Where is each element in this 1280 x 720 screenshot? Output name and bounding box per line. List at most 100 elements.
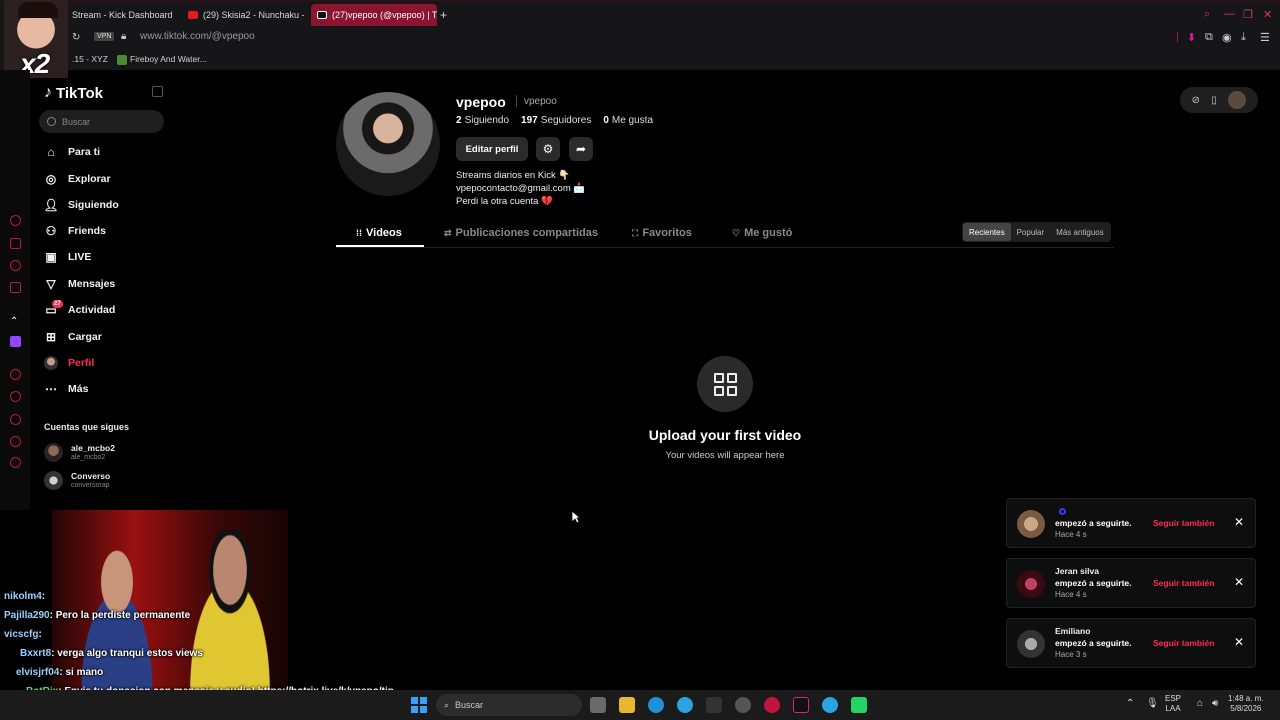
chrome-icon[interactable]: [735, 697, 751, 713]
friends-icon: ⚇: [45, 224, 57, 238]
url-text[interactable]: www.tiktok.com/@vpepoo: [140, 31, 255, 42]
stat-following[interactable]: 2 Siguiendo: [456, 115, 509, 126]
download-ext-icon[interactable]: ⬇: [1187, 31, 1196, 44]
close-icon[interactable]: ✕: [1234, 515, 1244, 529]
close-icon[interactable]: ✕: [1234, 635, 1244, 649]
rail-settings-icon[interactable]: [10, 457, 21, 468]
followed-account-converso[interactable]: Converso conversorap: [44, 471, 110, 490]
tab-label: Publicaciones compartidas: [455, 227, 598, 239]
bookmark-xyz[interactable]: .15 - XYZ: [72, 54, 108, 64]
compass-icon[interactable]: ⊘: [1192, 95, 1200, 106]
sidebar-item-label: Actividad: [68, 304, 116, 316]
profile-avatar[interactable]: [336, 92, 440, 196]
sidebar-item-perfil[interactable]: Perfil: [44, 353, 94, 373]
profile-ext-icon[interactable]: ◉: [1222, 31, 1232, 44]
close-window-icon[interactable]: ✕: [1263, 8, 1272, 21]
sidebar-item-live[interactable]: ▣ LIVE: [44, 247, 91, 267]
rail-chat-icon[interactable]: [10, 260, 21, 271]
task-view-icon[interactable]: [590, 697, 606, 713]
sidebar-item-para-ti[interactable]: ⌂ Para ti: [44, 142, 100, 162]
windows-start-icon[interactable]: [411, 697, 427, 713]
clock[interactable]: 1:48 a. m. 5/8/2026: [1228, 694, 1264, 714]
taskbar-search[interactable]: ⌕ Buscar: [436, 694, 582, 716]
sort-recientes[interactable]: Recientes: [963, 223, 1011, 241]
rail-history-icon[interactable]: [10, 215, 21, 226]
rail-clock-icon[interactable]: [10, 391, 21, 402]
rail-play-icon[interactable]: [10, 369, 21, 380]
sidebar-item-friends[interactable]: ⚇ Friends: [44, 221, 106, 241]
following-icon: 👤︎: [43, 198, 59, 212]
rail-twitch-icon[interactable]: [10, 336, 21, 347]
bio-line: Perdi la otra cuenta 💔: [456, 196, 553, 207]
search-input[interactable]: [62, 116, 152, 127]
rail-bubble-icon[interactable]: [10, 436, 21, 447]
tray-expand-icon[interactable]: ⌃: [1126, 699, 1134, 709]
settings-gear-icon[interactable]: ⚙︎: [536, 137, 560, 161]
sidebar-item-actividad[interactable]: ▭ 27 Actividad: [44, 300, 115, 320]
tab-videos[interactable]: ⁞⁞ Videos: [356, 227, 402, 239]
notification-text: empezó a seguirte.: [1055, 578, 1132, 588]
edit-profile-button[interactable]: Editar perfil: [456, 137, 528, 161]
activity-icon: ▭ 27: [45, 300, 63, 317]
tab-favoritos[interactable]: ⛶ Favoritos: [632, 227, 692, 239]
share-icon[interactable]: ➦: [569, 137, 593, 161]
device-icon[interactable]: ▯: [1211, 95, 1217, 106]
sidebar-item-cargar[interactable]: ⊞ Cargar: [44, 327, 102, 347]
rail-cube-icon[interactable]: [10, 414, 21, 425]
tiktok-logo[interactable]: ♪ TikTok: [44, 84, 103, 102]
sort-mas-antiguos[interactable]: Más antiguos: [1050, 223, 1110, 241]
sort-popular[interactable]: Popular: [1011, 223, 1051, 241]
follow-back-button[interactable]: Seguir también: [1153, 518, 1214, 528]
collapse-sidebar-icon[interactable]: [152, 86, 163, 97]
reload-icon[interactable]: ↻: [72, 32, 80, 43]
telegram-icon[interactable]: [677, 697, 693, 713]
network-icon[interactable]: ⌂: [1197, 699, 1203, 709]
opera-gx-icon[interactable]: [764, 697, 780, 713]
whatsapp-icon[interactable]: [851, 697, 867, 713]
vpn-badge[interactable]: VPN: [94, 32, 115, 41]
menu-icon[interactable]: ☰: [1260, 31, 1270, 44]
logo-text: TikTok: [56, 84, 103, 102]
maximize-icon[interactable]: ❐: [1243, 8, 1253, 21]
microphone-icon[interactable]: 🎙︎: [1146, 699, 1159, 709]
minimize-icon[interactable]: —: [1224, 8, 1235, 20]
rail-arrow-icon[interactable]: ⌃: [10, 314, 21, 327]
sidebar-item-mas[interactable]: ⋯ Más: [44, 379, 88, 399]
tab-me-gusto[interactable]: ♡ Me gustó: [732, 227, 792, 239]
chat-user: elvisjrf04: [16, 667, 60, 678]
browser-tab-kick[interactable]: Stream - Kick Dashboard: [66, 4, 182, 26]
follow-back-button[interactable]: Seguir también: [1153, 578, 1214, 588]
sidebar-item-explorar[interactable]: ◎ Explorar: [44, 169, 111, 189]
messages-icon: ▽: [46, 277, 56, 291]
browser-tab-youtube[interactable]: (29) Skisia2 - Nunchaku -: [182, 4, 308, 26]
chat-text: : si mano: [59, 667, 104, 678]
new-tab-button[interactable]: +: [440, 4, 454, 26]
chat-text: : Pero la perdiste permanente: [49, 610, 191, 621]
avatar[interactable]: [1228, 91, 1247, 109]
extensions-icon[interactable]: ⧉: [1205, 31, 1213, 44]
rail-gift-icon[interactable]: [10, 238, 21, 249]
heart-icon: ♡: [732, 227, 741, 238]
follow-back-button[interactable]: Seguir también: [1153, 638, 1214, 648]
telegram-desktop-icon[interactable]: [822, 697, 838, 713]
sidebar-item-mensajes[interactable]: ▽ Mensajes: [44, 274, 115, 294]
sidebar-item-siguiendo[interactable]: 👤︎ Siguiendo: [43, 195, 118, 215]
app-icon[interactable]: [706, 697, 722, 713]
avatar: [1017, 570, 1045, 598]
search-icon: ⌕: [444, 699, 450, 710]
language-indicator[interactable]: ESP LAA: [1165, 694, 1181, 714]
search-tabs-icon[interactable]: ⌕: [1204, 8, 1210, 21]
file-explorer-icon[interactable]: [619, 697, 635, 713]
downloads-icon[interactable]: ⤓: [1241, 31, 1246, 44]
tab-publicaciones-compartidas[interactable]: ⇄ Publicaciones compartidas: [444, 227, 598, 239]
rail-mail-icon[interactable]: [10, 282, 21, 293]
volume-icon[interactable]: 🔊︎: [1212, 699, 1218, 709]
browser-tab-tiktok[interactable]: (27)vpepoo (@vpepoo) | T: [311, 4, 437, 26]
stat-followers[interactable]: 197 Seguidores: [521, 115, 591, 126]
bookmark-fireboy[interactable]: Fireboy And Water...: [117, 54, 207, 65]
search-bar[interactable]: [39, 110, 164, 133]
edge-icon[interactable]: [648, 697, 664, 713]
tiktok-app-icon[interactable]: [793, 697, 809, 713]
close-icon[interactable]: ✕: [1234, 575, 1244, 589]
followed-account-ale[interactable]: ale_mcbo2 ale_mcbo2: [44, 443, 115, 462]
